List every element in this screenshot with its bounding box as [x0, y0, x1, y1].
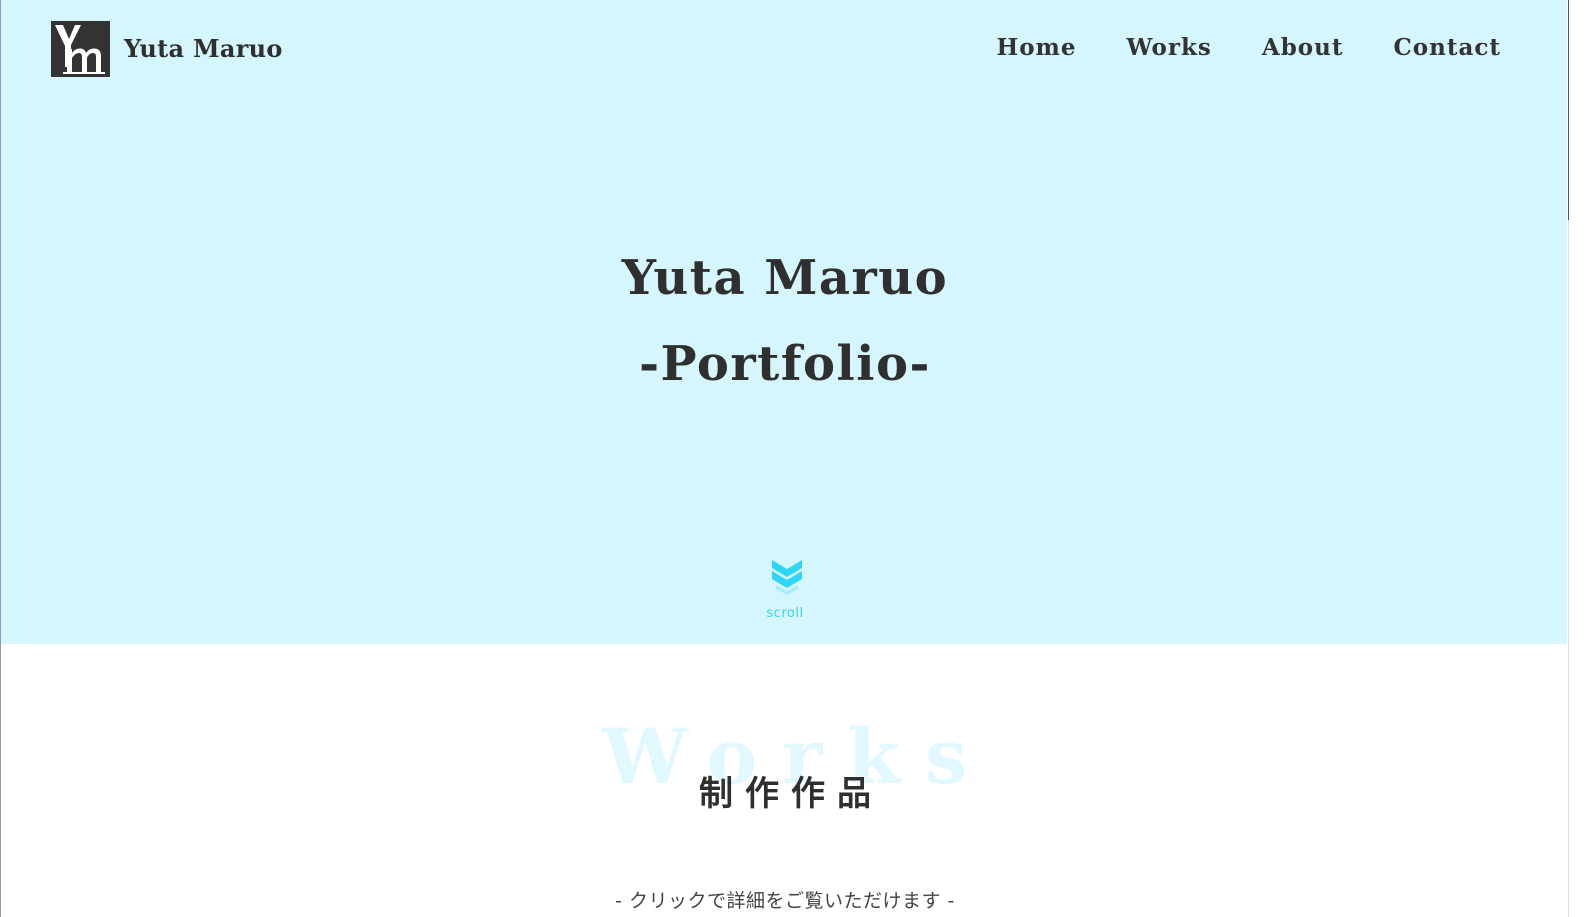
nav-about[interactable]: About	[1262, 34, 1344, 61]
logo-monogram-icon	[55, 25, 105, 74]
page: Yuta Maruo Home Works About Contact Yuta…	[0, 0, 1584, 917]
works-click-note: - クリックで詳細をご覧いただけます -	[615, 890, 955, 912]
main-nav: Home Works About Contact	[946, 34, 1501, 61]
nav-works[interactable]: Works	[1127, 34, 1212, 61]
hero-title-subtitle: -Portfolio-	[639, 336, 931, 392]
nav-home[interactable]: Home	[996, 34, 1076, 61]
works-heading: 制作作品	[699, 774, 883, 814]
scrollbar-track[interactable]	[1568, 220, 1569, 917]
hero-section: Yuta Maruo Home Works About Contact Yuta…	[1, 0, 1569, 644]
page-scrollbar[interactable]	[1567, 0, 1584, 917]
site-name[interactable]: Yuta Maruo	[124, 34, 283, 63]
scroll-label[interactable]: scroll	[1, 606, 1569, 621]
site-logo[interactable]	[51, 21, 110, 77]
double-chevron-down-icon[interactable]	[770, 558, 804, 598]
scrollbar-thumb[interactable]	[1568, 0, 1569, 220]
hero-title-name: Yuta Maruo	[621, 250, 949, 306]
nav-contact[interactable]: Contact	[1393, 34, 1501, 61]
